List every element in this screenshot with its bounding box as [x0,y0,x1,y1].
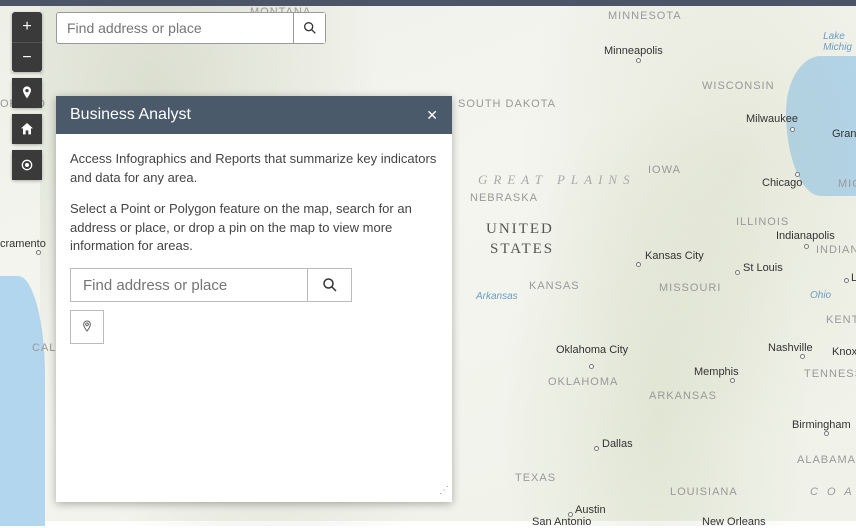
label-coast: C O A S [810,486,856,498]
panel-search-box [70,268,352,302]
panel-title: Business Analyst [70,106,191,124]
zoom-in-button[interactable]: + [12,12,42,42]
resize-icon: ⋰ [439,485,448,496]
dot-louisville [844,278,849,283]
close-icon: ✕ [426,107,438,123]
pin-icon [79,319,95,335]
label-south-dakota: SOUTH DAKOTA [458,98,556,110]
locate-button[interactable] [12,150,42,180]
label-birmingham: Birmingham [792,419,851,431]
label-arkansas: ARKANSAS [649,390,717,402]
label-chicago: Chicago [762,177,802,189]
terrain-shade-east [456,6,856,526]
label-new-orleans: New Orleans [702,516,766,528]
label-indianapolis: Indianapolis [776,230,835,242]
dot-dallas [594,446,599,451]
label-tennessee: TENNESS [804,368,856,380]
minus-icon: − [22,49,31,67]
label-mic: MIC [838,178,856,190]
label-country-2: STATES [490,241,554,258]
label-nashville: Nashville [768,342,813,354]
dot-nashville [800,354,805,359]
panel-search-input[interactable] [71,269,307,301]
label-kentucky: KENT [826,314,856,326]
dot-okc [589,364,594,369]
plus-icon: + [22,18,31,36]
map-tools: + − [12,12,42,186]
dot-minneapolis [636,58,641,63]
label-dallas: Dallas [602,438,633,450]
label-arkansas-river: Arkansas [476,291,518,302]
person-pin-icon [19,85,35,101]
dot-birmingham [824,431,829,436]
business-analyst-panel: Business Analyst ✕ Access Infographics a… [56,96,452,502]
home-button[interactable] [12,114,42,144]
label-illinois: ILLINOIS [736,216,789,228]
dot-kansas-city [636,262,641,267]
top-search-box [56,12,326,44]
panel-search-button[interactable] [307,269,351,301]
label-sacramento: cramento [0,238,46,250]
label-knox: Knox [832,346,856,358]
label-indiana: INDIANA [816,244,856,256]
label-st-louis: St Louis [743,262,783,274]
label-alabama: ALABAMA [797,454,856,466]
label-okc: Oklahoma City [556,344,628,356]
dot-indianapolis [804,244,809,249]
label-great-plains: GREAT PLAINS [478,172,636,188]
label-ohio-river: Ohio [810,290,831,301]
label-san-antonio: San Antonio [532,516,591,528]
resize-handle[interactable]: ⋰ [439,484,448,499]
label-memphis: Memphis [694,366,739,378]
label-grand: Gran [832,128,856,140]
label-texas: TEXAS [515,472,556,484]
locate-icon [19,157,35,173]
panel-description-2: Select a Point or Polygon feature on the… [70,200,438,257]
dot-sacramento [36,250,41,255]
home-icon [19,121,35,137]
panel-description-1: Access Infographics and Reports that sum… [70,150,438,188]
label-country-1: UNITED [486,221,554,238]
panel-close-button[interactable]: ✕ [426,107,438,124]
label-louisiana: LOUISIANA [670,486,738,498]
dot-milwaukee [790,127,795,132]
drop-pin-button[interactable] [70,310,104,344]
label-minnesota: MINNESOTA [608,10,682,22]
business-analyst-button[interactable] [12,78,42,108]
label-lake-michigan: LakeMichig [823,31,852,53]
label-oklahoma: OKLAHOMA [548,376,618,388]
label-iowa: IOWA [648,164,681,176]
zoom-out-button[interactable]: − [12,42,42,72]
dot-st-louis [735,270,740,275]
label-milwaukee: Milwaukee [746,113,798,125]
top-search-input[interactable] [57,13,293,43]
label-minneapolis: Minneapolis [604,45,663,57]
label-missouri: MISSOURI [659,282,721,294]
search-icon [302,20,318,36]
search-icon [321,276,339,294]
water-pacific [0,276,45,526]
dot-memphis [730,378,735,383]
top-search-button[interactable] [293,13,325,43]
label-nebraska: NEBRASKA [470,192,538,204]
panel-header: Business Analyst ✕ [56,96,452,134]
label-kansas: KANSAS [529,280,580,292]
label-austin: Austin [575,504,606,516]
label-wisconsin: WISCONSIN [702,80,775,92]
panel-body: Access Infographics and Reports that sum… [56,134,452,502]
label-kansas-city: Kansas City [645,250,704,262]
label-louisville: L [851,272,856,284]
